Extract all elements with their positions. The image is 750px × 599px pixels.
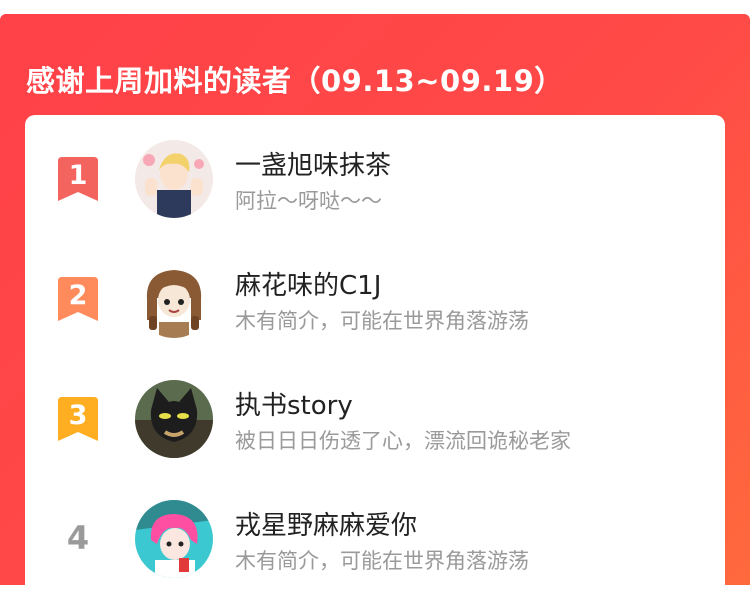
reader-row[interactable]: 3 执书story 被日日日伤透了心，漂流回诡秘老家: [25, 375, 725, 475]
reader-row[interactable]: 1 一盏旭味抹茶 阿拉～呀哒～～: [25, 135, 725, 235]
reader-description: 被日日日伤透了心，漂流回诡秘老家: [235, 429, 571, 453]
pink-hair-avatar[interactable]: [135, 500, 213, 578]
reader-list-card: 1 一盏旭味抹茶 阿拉～呀哒～～ 2 麻花味的C1J 木有简介，可能在世界角落游…: [25, 115, 725, 599]
rank-badge-silver: 2: [58, 277, 98, 323]
rank-number: 2: [68, 280, 88, 311]
braided-girl-avatar[interactable]: [135, 260, 213, 338]
panel-title: 感谢上周加料的读者（09.13~09.19）: [26, 64, 564, 98]
reader-name: 一盏旭味抹茶: [235, 151, 392, 181]
reader-name: 麻花味的C1J: [235, 271, 382, 301]
anime-boy-avatar[interactable]: [135, 140, 213, 218]
reader-name: 戎星野麻麻爱你: [235, 511, 418, 541]
reader-ranking-panel: 感谢上周加料的读者（09.13~09.19） 1 一盏旭味抹茶 阿拉～呀哒～～ …: [0, 14, 750, 599]
reader-row[interactable]: 2 麻花味的C1J 木有简介，可能在世界角落游荡: [25, 255, 725, 355]
rank-badge-bronze: 3: [58, 397, 98, 443]
rank-number: 1: [68, 160, 88, 191]
reader-row[interactable]: 4 戎星野麻麻爱你 木有简介，可能在世界角落游荡: [25, 495, 725, 595]
reader-description: 阿拉～呀哒～～: [235, 189, 382, 213]
rank-badge-gold: 1: [58, 157, 98, 203]
cat-mask-avatar[interactable]: [135, 380, 213, 458]
reader-description: 木有简介，可能在世界角落游荡: [235, 549, 529, 573]
reader-description: 木有简介，可能在世界角落游荡: [235, 309, 529, 333]
rank-number: 3: [68, 400, 88, 431]
rank-number: 4: [66, 519, 90, 557]
reader-name: 执书story: [235, 391, 353, 421]
